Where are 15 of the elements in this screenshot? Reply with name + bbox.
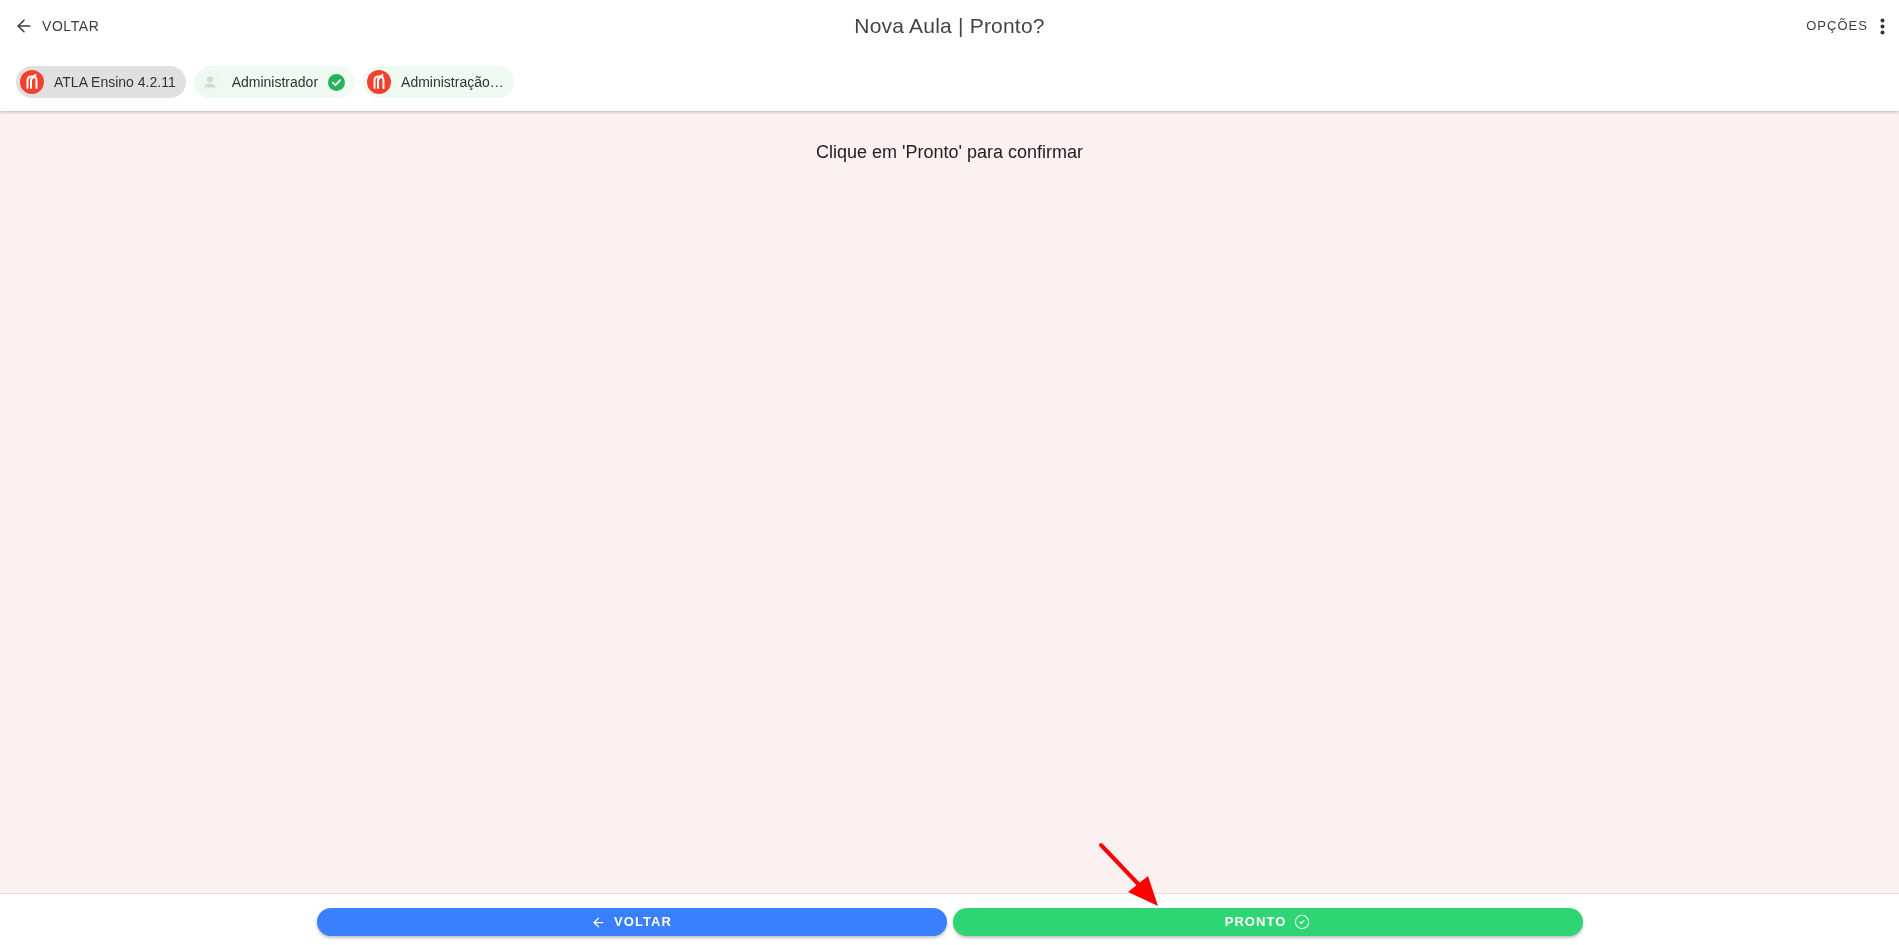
logo-icon: [367, 70, 392, 94]
logo-icon: [20, 70, 44, 94]
context-chip[interactable]: ATLA Ensino 4.2.11: [16, 66, 186, 98]
kebab-menu-icon: [1880, 17, 1885, 35]
back-link[interactable]: VOLTAR: [14, 15, 100, 37]
options-menu-button[interactable]: OPÇÕES: [1806, 16, 1885, 36]
context-chip[interactable]: Administração…: [363, 66, 514, 98]
confirmation-message: Clique em 'Pronto' para confirmar: [816, 141, 1083, 164]
back-button[interactable]: VOLTAR: [316, 908, 947, 936]
context-chip[interactable]: Administrador: [193, 66, 356, 98]
chip-label: Administração…: [401, 72, 504, 92]
chip-label: Administrador: [231, 72, 319, 92]
check-circle-icon: [1294, 914, 1311, 930]
chip-label: ATLA Ensino 4.2.11: [54, 72, 176, 92]
page-title: Nova Aula | Pronto?: [854, 13, 1045, 40]
